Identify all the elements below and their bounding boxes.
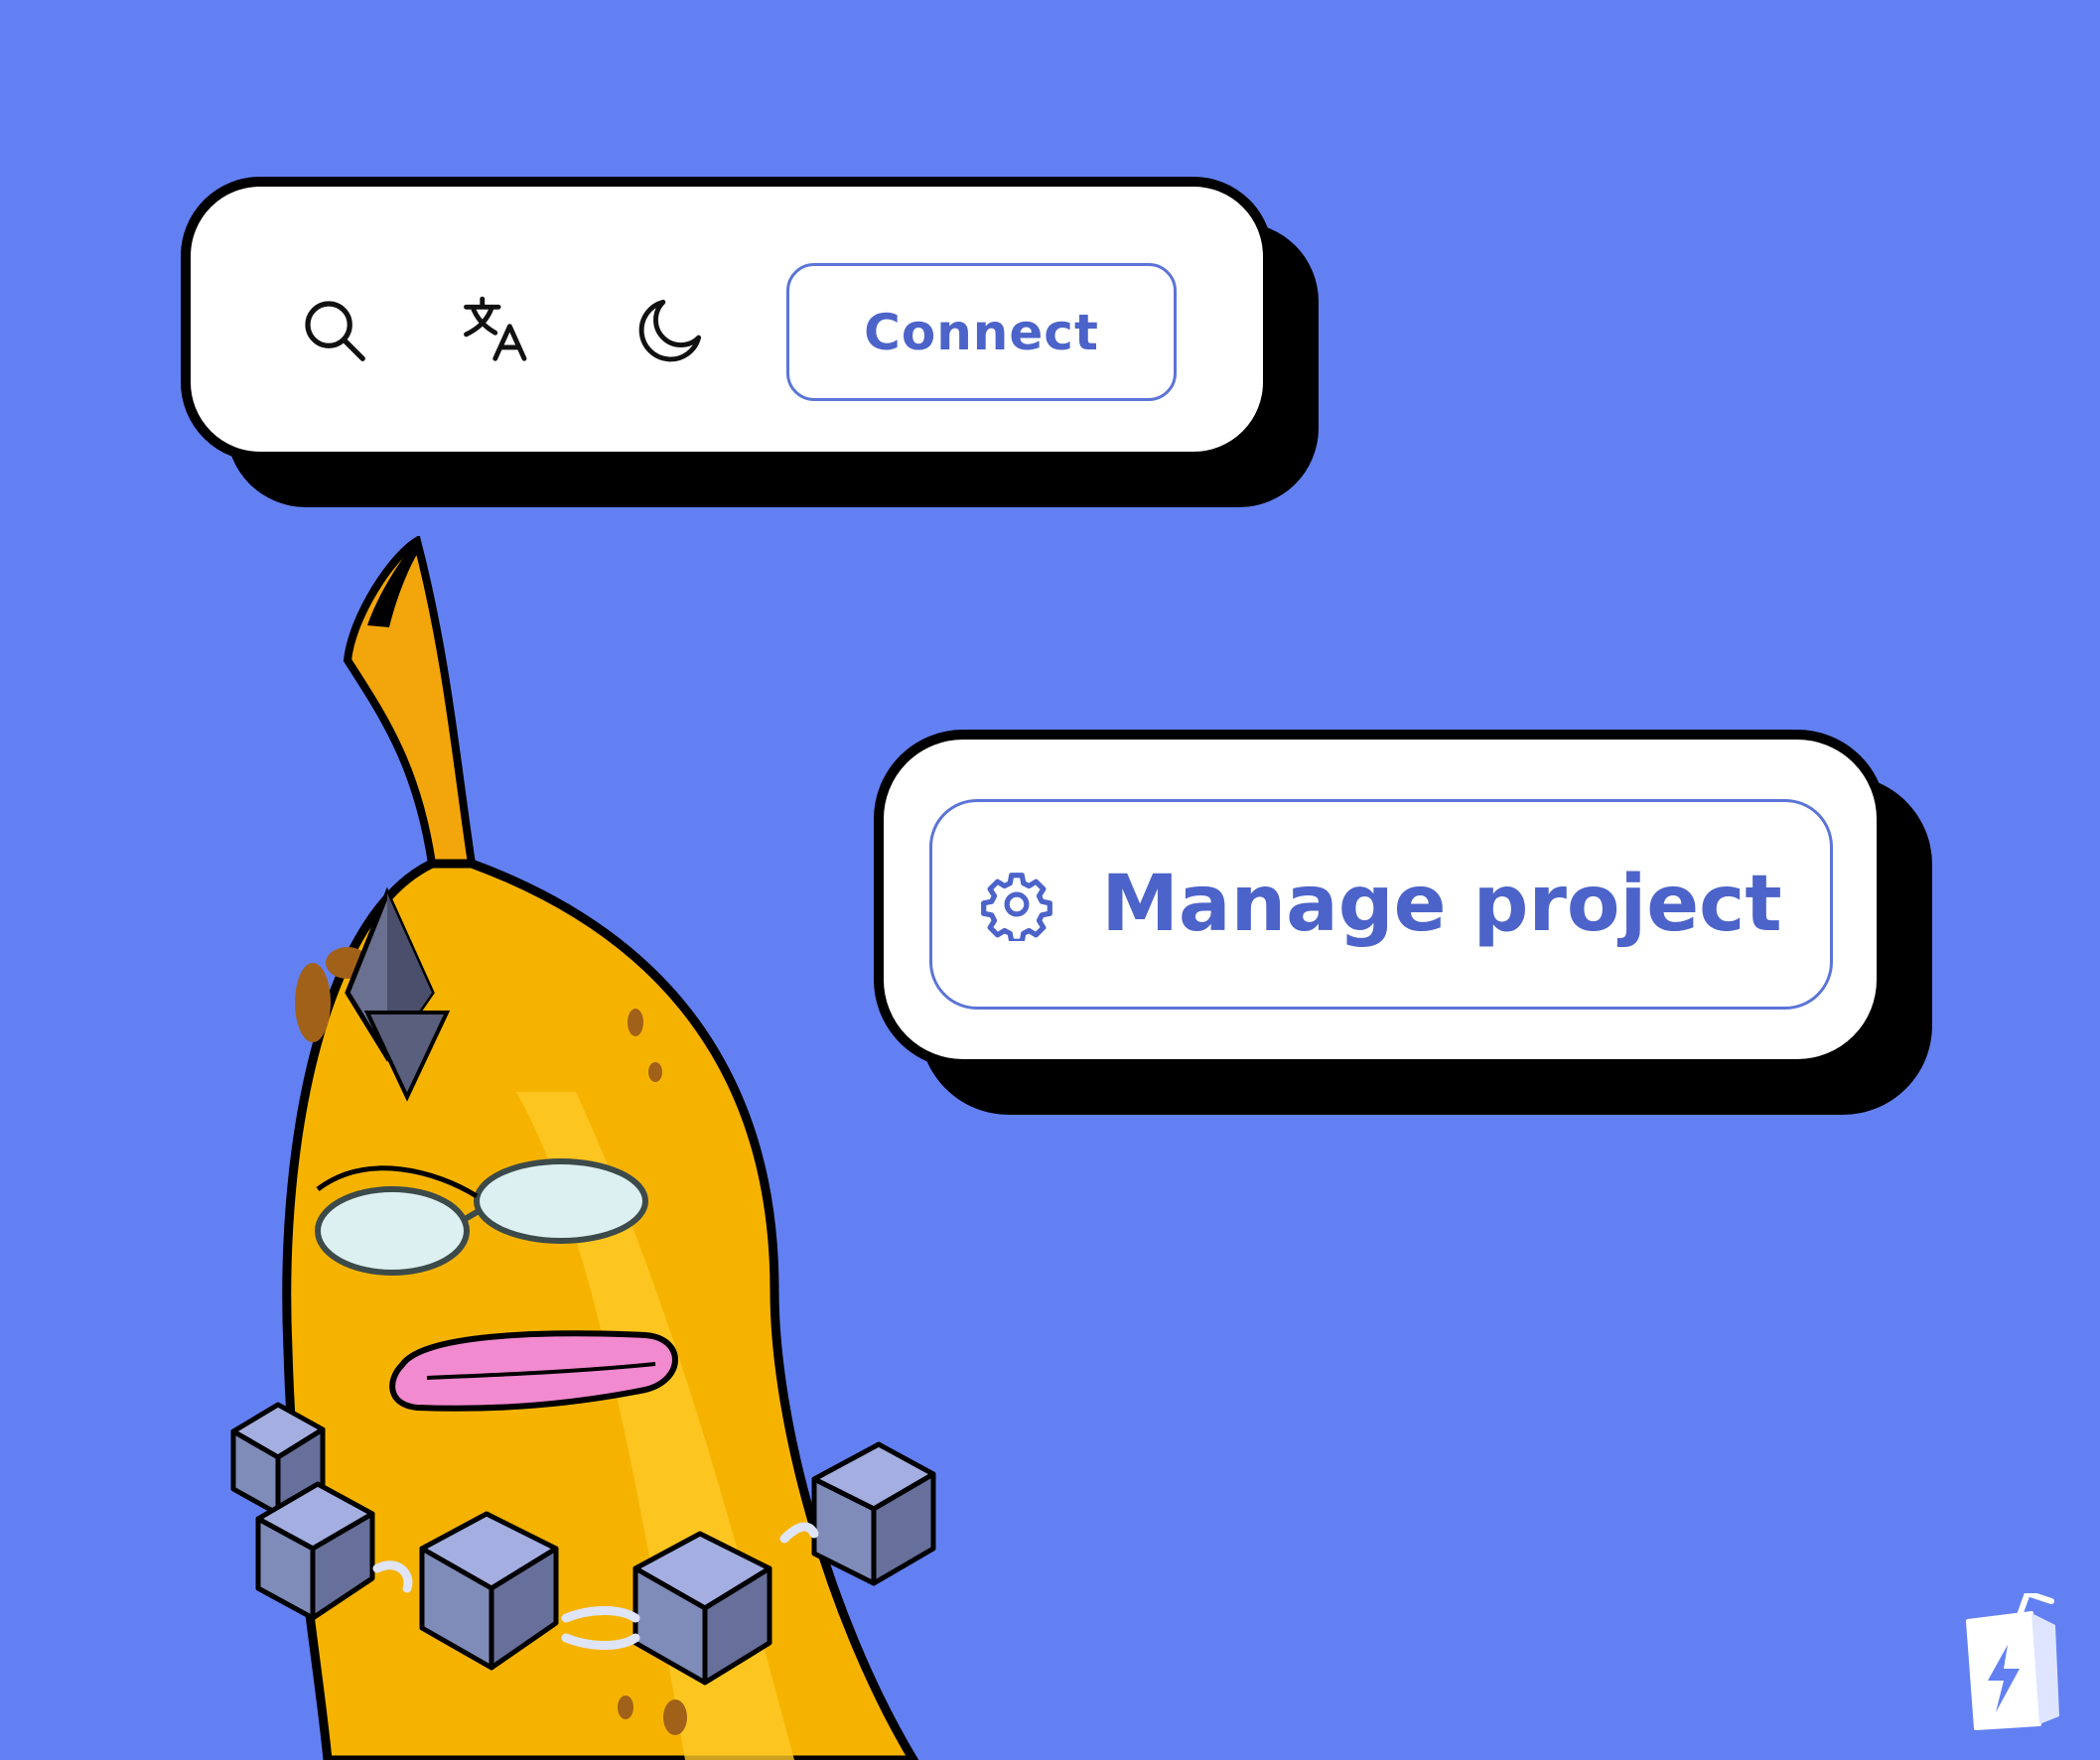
translate-icon[interactable] [451, 282, 546, 377]
juicebox-logo [1966, 1593, 2059, 1730]
manage-project-button[interactable]: Manage project [929, 799, 1833, 1010]
search-icon[interactable] [286, 282, 381, 377]
banana-stem [343, 536, 477, 868]
manage-card: Manage project [874, 730, 1887, 1069]
block-5 [811, 1441, 936, 1586]
banana-mascot-illustration [230, 536, 936, 1760]
connect-button[interactable]: Connect [786, 263, 1177, 401]
manage-project-label: Manage project [1101, 860, 1782, 949]
moon-icon[interactable] [624, 282, 719, 377]
toolbar-card: Connect [181, 177, 1273, 462]
